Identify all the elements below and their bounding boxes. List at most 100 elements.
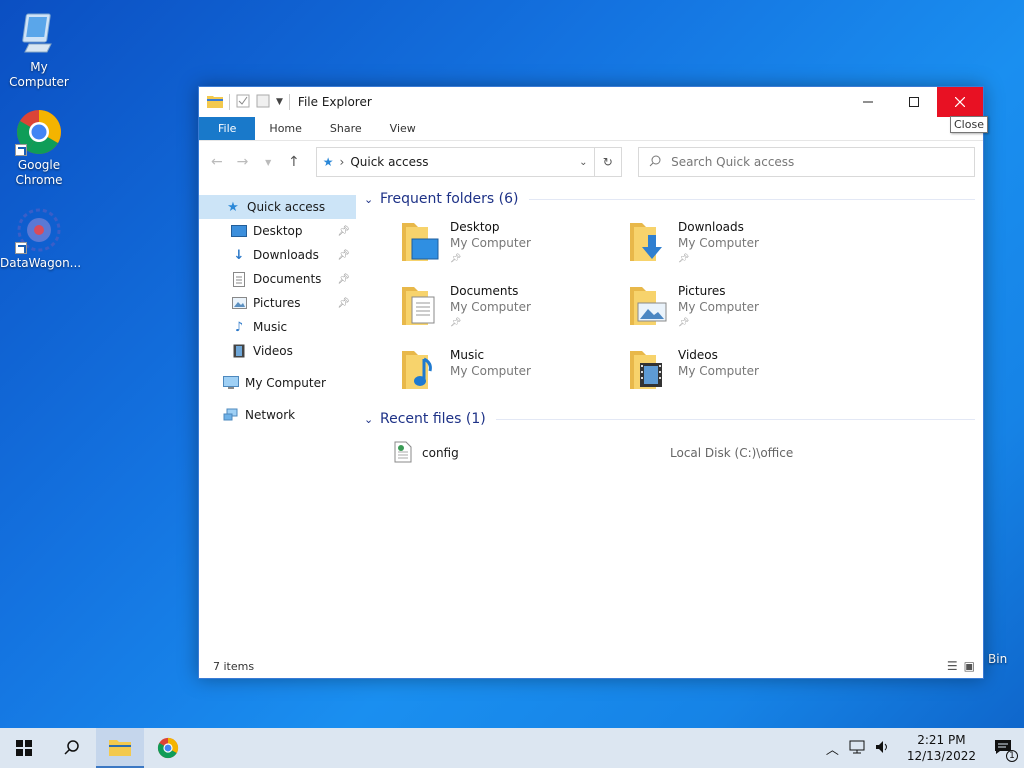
window-controls — [845, 87, 983, 117]
pin-icon: 📌︎ — [450, 318, 462, 328]
recycle-bin-label[interactable]: Bin — [988, 652, 1007, 666]
address-bar[interactable]: ★ › Quick access ⌄ — [315, 147, 595, 177]
frequent-folders-header[interactable]: ⌄ Frequent folders (6) — [364, 187, 983, 211]
network-tray-icon[interactable] — [849, 740, 865, 757]
clock-time: 2:21 PM — [917, 733, 966, 747]
maximize-button[interactable] — [891, 87, 937, 117]
recent-file-name: config — [422, 446, 459, 460]
taskbar-chrome[interactable] — [144, 728, 192, 768]
group-title: Recent files (1) — [380, 411, 486, 427]
divider — [495, 418, 975, 420]
recent-file-row[interactable]: config Local Disk (C:)\office — [364, 441, 983, 465]
star-icon: ★ — [322, 155, 334, 169]
folder-desktop[interactable]: Desktop My Computer 📌︎ — [398, 219, 626, 273]
folder-documents[interactable]: Documents My Computer 📌︎ — [398, 283, 626, 337]
nav-item-videos[interactable]: Videos — [199, 339, 356, 363]
pin-icon[interactable]: 📌︎ — [337, 250, 350, 261]
tab-file[interactable]: File — [199, 117, 256, 140]
music-icon: ♪ — [234, 319, 244, 335]
notifications-button[interactable]: 1 — [994, 739, 1018, 762]
large-icons-view-icon[interactable]: ▣ — [964, 659, 975, 673]
chevron-down-icon[interactable]: ⌄ — [579, 157, 587, 168]
details-view-icon[interactable]: ☰ — [947, 659, 958, 673]
customize-qat-icon[interactable]: ▼ — [276, 97, 283, 107]
desktop-folder-icon — [398, 219, 444, 265]
nav-item-quick-access[interactable]: ★ Quick access — [199, 195, 356, 219]
document-icon — [231, 271, 247, 287]
view-switcher: ☰ ▣ — [947, 659, 975, 673]
nav-item-music[interactable]: ♪ Music — [199, 315, 356, 339]
desktop-icon-label: My Computer — [9, 60, 69, 89]
tab-home[interactable]: Home — [255, 117, 315, 140]
tab-share[interactable]: Share — [316, 117, 376, 140]
desktop-icon-google-chrome[interactable]: Google Chrome — [0, 108, 78, 188]
back-button[interactable]: ← — [207, 154, 227, 170]
tab-view[interactable]: View — [376, 117, 430, 140]
folder-downloads[interactable]: Downloads My Computer 📌︎ — [626, 219, 854, 273]
nav-item-documents[interactable]: Documents 📌︎ — [199, 267, 356, 291]
nav-item-label: My Computer — [245, 376, 326, 390]
nav-item-label: Documents — [253, 272, 322, 286]
group-title: Frequent folders (6) — [380, 191, 519, 207]
chevron-up-icon[interactable]: ︿ — [826, 739, 839, 758]
forward-button[interactable]: → — [233, 154, 253, 170]
chevron-down-icon[interactable]: ⌄ — [364, 193, 380, 206]
pin-icon[interactable]: 📌︎ — [337, 226, 350, 237]
search-button[interactable] — [48, 728, 96, 768]
refresh-button[interactable]: ↻ — [594, 147, 623, 177]
nav-item-label: Network — [245, 408, 296, 422]
folder-location: My Computer — [678, 364, 759, 378]
nav-item-desktop[interactable]: Desktop 📌︎ — [199, 219, 356, 243]
folder-location: My Computer — [678, 236, 759, 250]
desktop-icon-my-computer[interactable]: My Computer — [0, 10, 78, 90]
pin-icon[interactable]: 📌︎ — [337, 274, 350, 285]
nav-item-label: Downloads — [253, 248, 319, 262]
clock[interactable]: 2:21 PM 12/13/2022 — [907, 732, 976, 764]
chevron-down-icon[interactable]: ⌄ — [364, 413, 380, 426]
folder-location: My Computer — [450, 300, 531, 314]
system-tray: ︿ 2:21 PM 12/13/2022 1 — [826, 728, 1024, 768]
folder-videos[interactable]: Videos My Computer — [626, 347, 854, 401]
notification-count-badge: 1 — [1006, 749, 1018, 762]
title-bar[interactable]: ▼ File Explorer — [199, 87, 983, 117]
start-button[interactable] — [0, 728, 48, 768]
properties-icon[interactable] — [236, 94, 250, 111]
pin-icon[interactable]: 📌︎ — [337, 298, 350, 309]
up-button[interactable]: ↑ — [284, 154, 304, 170]
desktop-icon-datawagon[interactable]: DataWagon... — [0, 206, 81, 271]
nav-item-label: Videos — [253, 344, 293, 358]
downloads-folder-icon — [626, 219, 672, 265]
breadcrumb[interactable]: Quick access — [350, 155, 573, 169]
nav-item-downloads[interactable]: ↓ Downloads 📌︎ — [199, 243, 356, 267]
nav-item-pictures[interactable]: Pictures 📌︎ — [199, 291, 356, 315]
datawagon-icon — [15, 206, 63, 254]
taskbar-file-explorer[interactable] — [96, 728, 144, 768]
close-button[interactable] — [937, 87, 983, 117]
recent-files-header[interactable]: ⌄ Recent files (1) — [364, 407, 983, 431]
ribbon-tabs: File Home Share View — [199, 117, 983, 141]
pin-icon: 📌︎ — [678, 318, 690, 328]
recent-file-path: Local Disk (C:)\office — [670, 446, 794, 460]
desktop-icon-label: Google Chrome — [15, 158, 63, 187]
video-icon — [231, 343, 247, 359]
star-icon: ★ — [227, 199, 239, 215]
nav-item-my-computer[interactable]: My Computer — [199, 371, 356, 395]
windows-icon — [16, 740, 32, 756]
search-input[interactable]: Search Quick access — [638, 147, 976, 177]
shortcut-arrow-icon — [15, 144, 27, 156]
quick-access-toolbar: ▼ — [199, 94, 290, 111]
minimize-button[interactable] — [845, 87, 891, 117]
volume-icon[interactable] — [875, 740, 891, 757]
nav-item-network[interactable]: Network — [199, 403, 356, 427]
folder-music[interactable]: Music My Computer — [398, 347, 626, 401]
recent-locations-button[interactable]: ▼ — [258, 158, 278, 167]
pin-icon: 📌︎ — [678, 254, 690, 264]
breadcrumb-chevron-icon: › — [339, 155, 345, 169]
folder-app-icon — [207, 94, 223, 111]
new-folder-icon[interactable] — [256, 94, 270, 111]
folder-pictures[interactable]: Pictures My Computer 📌︎ — [626, 283, 854, 337]
picture-icon — [231, 295, 247, 311]
folder-name: Pictures — [678, 284, 726, 298]
navigation-pane: ★ Quick access Desktop 📌︎ ↓ Downloads 📌︎… — [199, 183, 356, 658]
computer-icon — [223, 375, 239, 391]
